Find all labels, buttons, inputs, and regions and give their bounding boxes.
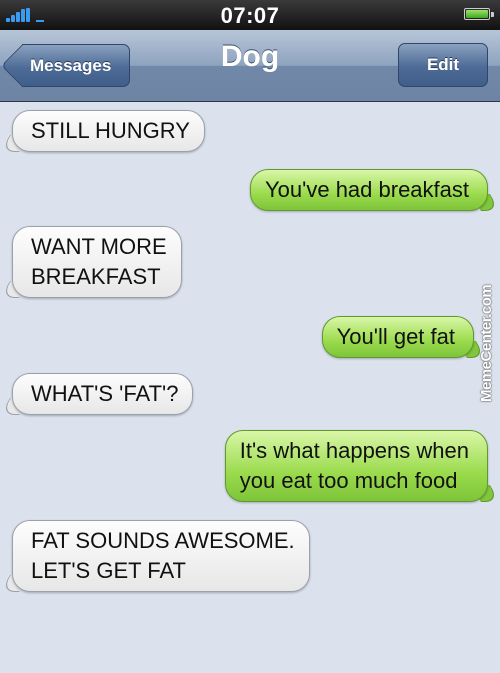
status-bar: 07:07 (0, 0, 500, 30)
back-button-label: Messages (30, 56, 112, 75)
message-bubble-incoming: WHAT'S 'FAT'? (12, 373, 194, 415)
battery-icon (464, 8, 494, 20)
message-bubble-incoming: WANT MORE BREAKFAST (12, 226, 182, 298)
edit-button[interactable]: Edit (398, 43, 488, 87)
navigation-bar: Messages Dog Edit (0, 30, 500, 102)
message-bubble-outgoing: You've had breakfast (250, 169, 488, 211)
message-bubble-incoming: STILL HUNGRY (12, 110, 205, 152)
message-bubble-outgoing: You'll get fat (321, 316, 474, 358)
watermark: MemeCenter.com (478, 284, 495, 402)
message-bubble-incoming: FAT SOUNDS AWESOME. LET'S GET FAT (12, 520, 310, 592)
message-thread[interactable]: STILL HUNGRY You've had breakfast WANT M… (0, 102, 500, 673)
message-bubble-outgoing: It's what happens when you eat too much … (224, 430, 488, 502)
status-time: 07:07 (220, 3, 280, 28)
